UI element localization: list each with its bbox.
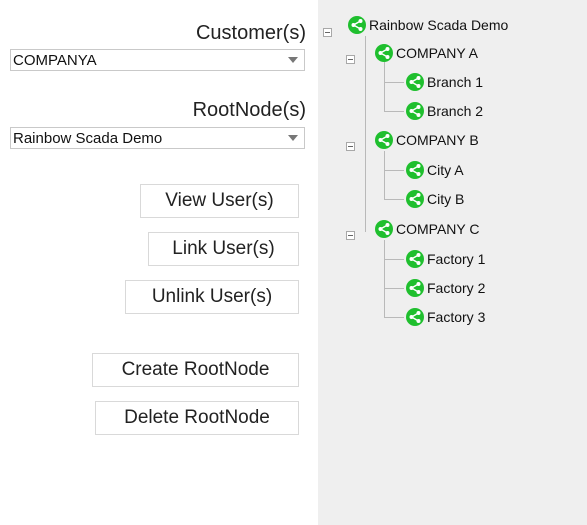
rootnode-label: RootNode(s) (192, 99, 306, 121)
share-icon (348, 16, 366, 34)
tree-node-label: COMPANY B (396, 132, 479, 148)
tree-node-label: City A (427, 162, 464, 178)
share-icon (406, 161, 424, 179)
tree-node-leaf[interactable]: City A (406, 159, 464, 181)
tree-line (384, 317, 404, 318)
tree-node-company[interactable]: COMPANY B (375, 129, 479, 151)
tree-line (384, 240, 385, 317)
tree-node-label: Factory 2 (427, 280, 486, 296)
share-icon (375, 131, 393, 149)
tree-line (384, 199, 404, 200)
tree-node-leaf[interactable]: Branch 2 (406, 100, 483, 122)
unlink-users-button[interactable]: Unlink User(s) (125, 280, 299, 314)
tree-line (384, 151, 385, 200)
tree-node-leaf[interactable]: Factory 2 (406, 277, 485, 299)
rootnode-select-value: Rainbow Scada Demo (13, 130, 163, 147)
share-icon (375, 220, 393, 238)
tree-node-label: Branch 2 (427, 103, 484, 119)
share-icon (406, 102, 424, 120)
create-rootnode-button[interactable]: Create RootNode (92, 353, 299, 387)
share-icon (375, 44, 393, 62)
share-icon (406, 279, 424, 297)
share-icon (406, 308, 424, 326)
delete-rootnode-button[interactable]: Delete RootNode (95, 401, 299, 435)
tree-node-label: Branch 1 (427, 74, 484, 90)
tree-node-leaf[interactable]: Branch 1 (406, 71, 483, 93)
tree-node-leaf[interactable]: City B (406, 188, 464, 210)
collapse-toggle[interactable] (323, 28, 332, 37)
tree-node-leaf[interactable]: Factory 3 (406, 306, 485, 328)
customers-label: Customer(s) (195, 22, 306, 44)
collapse-toggle[interactable] (346, 55, 355, 64)
tree-node-label: Rainbow Scada Demo (369, 17, 509, 33)
collapse-toggle[interactable] (346, 142, 355, 151)
tree-node-label: City B (427, 191, 465, 207)
tree-node-root[interactable]: Rainbow Scada Demo (348, 14, 508, 36)
share-icon (406, 190, 424, 208)
tree-node-company[interactable]: COMPANY C (375, 218, 480, 240)
tree-node-leaf[interactable]: Factory 1 (406, 248, 485, 270)
chevron-down-icon[interactable] (282, 128, 304, 148)
customers-select-value: COMPANYA (13, 52, 97, 69)
tree-line (384, 288, 404, 289)
tree-node-label: Factory 1 (427, 251, 486, 267)
tree-line (384, 82, 404, 83)
tree-node-label: COMPANY A (396, 45, 478, 61)
customers-select[interactable]: COMPANYA (10, 49, 305, 71)
tree-line (384, 170, 404, 171)
collapse-toggle[interactable] (346, 231, 355, 240)
link-users-button[interactable]: Link User(s) (148, 232, 299, 266)
tree-line (384, 62, 385, 112)
rootnode-select[interactable]: Rainbow Scada Demo (10, 127, 305, 149)
tree-line (365, 36, 366, 232)
tree-node-company[interactable]: COMPANY A (375, 42, 478, 64)
tree-node-label: COMPANY C (396, 221, 480, 237)
tree-line (384, 111, 404, 112)
chevron-down-icon[interactable] (282, 50, 304, 70)
share-icon (406, 73, 424, 91)
share-icon (406, 250, 424, 268)
tree-node-label: Factory 3 (427, 309, 486, 325)
tree-line (384, 259, 404, 260)
view-users-button[interactable]: View User(s) (140, 184, 299, 218)
tree-panel: Rainbow Scada Demo COMPANY A Branch 1 Br… (318, 0, 587, 525)
